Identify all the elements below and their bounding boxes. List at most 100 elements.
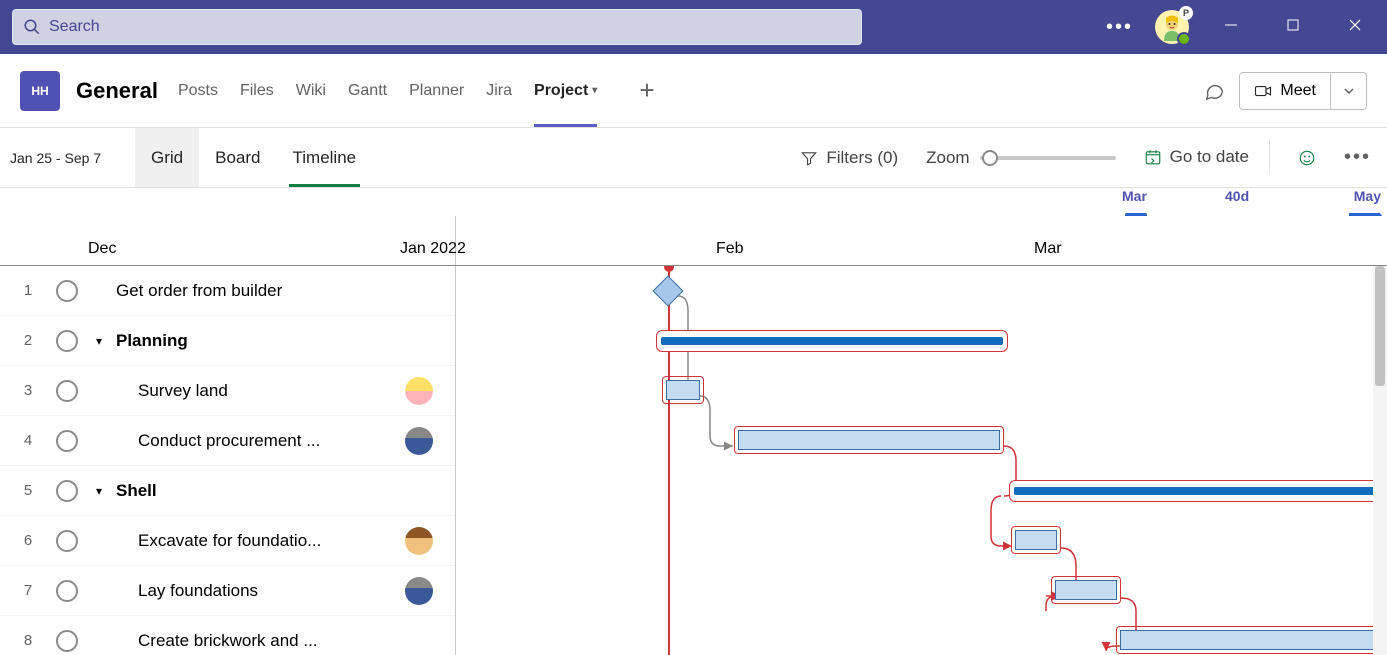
tab-jira[interactable]: Jira [486,54,512,127]
tab-gantt[interactable]: Gantt [348,54,387,127]
channel-name: General [76,78,158,104]
scrollbar-thumb[interactable] [1375,266,1385,386]
mini-ruler-duration: 40d [1225,188,1249,204]
avatar-badge: P [1179,6,1193,20]
month-label: Jan 2022 [400,240,466,258]
window-minimize-button[interactable] [1211,18,1251,37]
task-row[interactable]: 4 Conduct procurement ... [0,416,455,466]
chevron-down-icon: ▾ [592,85,597,96]
video-icon [1254,82,1272,100]
vertical-scrollbar[interactable] [1373,266,1387,655]
zoom-control: Zoom [926,148,1115,168]
task-row[interactable]: 1 Get order from builder [0,266,455,316]
assignee-avatar[interactable] [405,577,433,605]
task-name[interactable]: Create brickwork and ... [116,631,455,651]
row-number: 5 [0,482,56,499]
row-number: 1 [0,282,56,299]
task-name[interactable]: Survey land [116,381,405,401]
view-board-tab[interactable]: Board [199,128,276,187]
zoom-label: Zoom [926,148,969,168]
view-timeline-tab[interactable]: Timeline [277,128,373,187]
task-name[interactable]: Lay foundations [116,581,405,601]
task-name[interactable]: Excavate for foundatio... [116,531,405,551]
zoom-slider[interactable] [980,156,1116,160]
complete-toggle[interactable] [56,380,78,402]
tab-wiki[interactable]: Wiki [296,54,326,127]
gantt-chart-area[interactable] [456,266,1387,655]
row-number: 8 [0,632,56,649]
tab-files[interactable]: Files [240,54,274,127]
task-bar-outline[interactable] [734,426,1004,454]
toolbar-more-button[interactable]: ••• [1344,146,1377,169]
timeline-body: 1 Get order from builder 2 ▾ Planning 3 … [0,266,1387,655]
mini-ruler-start: Mar [1122,188,1147,204]
meet-button[interactable]: Meet [1239,72,1331,110]
summary-bar[interactable] [656,330,1008,352]
task-name[interactable]: Get order from builder [116,281,455,301]
feedback-smiley-icon[interactable] [1298,149,1316,167]
search-input[interactable]: Search [12,9,862,45]
search-placeholder: Search [49,18,100,36]
assignee-avatar[interactable] [405,427,433,455]
complete-toggle[interactable] [56,580,78,602]
task-bar-outline[interactable] [1051,576,1121,604]
collapse-toggle[interactable]: ▾ [96,484,112,498]
summary-bar[interactable] [1009,480,1387,502]
complete-toggle[interactable] [56,430,78,452]
date-range-label: Jan 25 - Sep 7 [0,150,135,166]
tab-project[interactable]: Project ▾ [534,54,597,127]
task-name[interactable]: Shell [116,481,455,501]
task-row[interactable]: 3 Survey land [0,366,455,416]
view-grid-tab[interactable]: Grid [135,128,199,187]
month-label: Dec [88,240,116,258]
chevron-down-icon [1344,86,1354,96]
titlebar: Search ••• P [0,0,1387,54]
task-bar-outline[interactable] [662,376,704,404]
conversation-icon[interactable] [1203,80,1225,102]
search-icon [23,18,41,36]
task-name[interactable]: Conduct procurement ... [116,431,405,451]
tab-planner[interactable]: Planner [409,54,464,127]
presence-available-icon [1177,32,1191,46]
meet-button-group: Meet [1239,72,1367,110]
task-bar-outline[interactable] [1116,626,1387,654]
task-row[interactable]: 6 Excavate for foundatio... [0,516,455,566]
filters-button[interactable]: Filters (0) [800,148,898,168]
collapse-toggle[interactable]: ▾ [96,334,112,348]
mini-timeline-ruler: Mar 40d May 10 11 15 19 23 27 31 4 [0,188,1387,216]
project-toolbar: Jan 25 - Sep 7 Grid Board Timeline Filte… [0,128,1387,188]
window-close-button[interactable] [1335,18,1375,37]
task-list: 1 Get order from builder 2 ▾ Planning 3 … [0,266,456,655]
channel-header: HH General Posts Files Wiki Gantt Planne… [0,54,1387,128]
complete-toggle[interactable] [56,480,78,502]
tab-posts[interactable]: Posts [178,54,218,127]
row-number: 2 [0,332,56,349]
titlebar-more-button[interactable]: ••• [1106,16,1133,39]
task-row[interactable]: 5 ▾ Shell [0,466,455,516]
complete-toggle[interactable] [56,630,78,652]
user-avatar[interactable]: P [1155,10,1189,44]
zoom-slider-thumb[interactable] [982,150,998,166]
row-number: 6 [0,532,56,549]
filter-icon [800,149,818,167]
task-row[interactable]: 7 Lay foundations [0,566,455,616]
window-maximize-button[interactable] [1273,18,1313,37]
assignee-avatar[interactable] [405,527,433,555]
meet-dropdown-button[interactable] [1331,72,1367,110]
task-name[interactable]: Planning [116,331,455,351]
assignee-avatar[interactable] [405,377,433,405]
task-row[interactable]: 2 ▾ Planning [0,316,455,366]
row-number: 7 [0,582,56,599]
complete-toggle[interactable] [56,280,78,302]
month-label: Mar [1034,240,1062,258]
go-to-date-button[interactable]: Go to date [1144,140,1270,175]
complete-toggle[interactable] [56,330,78,352]
complete-toggle[interactable] [56,530,78,552]
task-row[interactable]: 8 Create brickwork and ... [0,616,455,655]
task-bar-outline[interactable] [1011,526,1061,554]
team-avatar[interactable]: HH [20,71,60,111]
mini-ruler-end: May [1354,188,1381,204]
milestone-bar[interactable] [652,275,683,306]
calendar-goto-icon [1144,148,1162,166]
add-tab-button[interactable]: + [639,75,654,106]
